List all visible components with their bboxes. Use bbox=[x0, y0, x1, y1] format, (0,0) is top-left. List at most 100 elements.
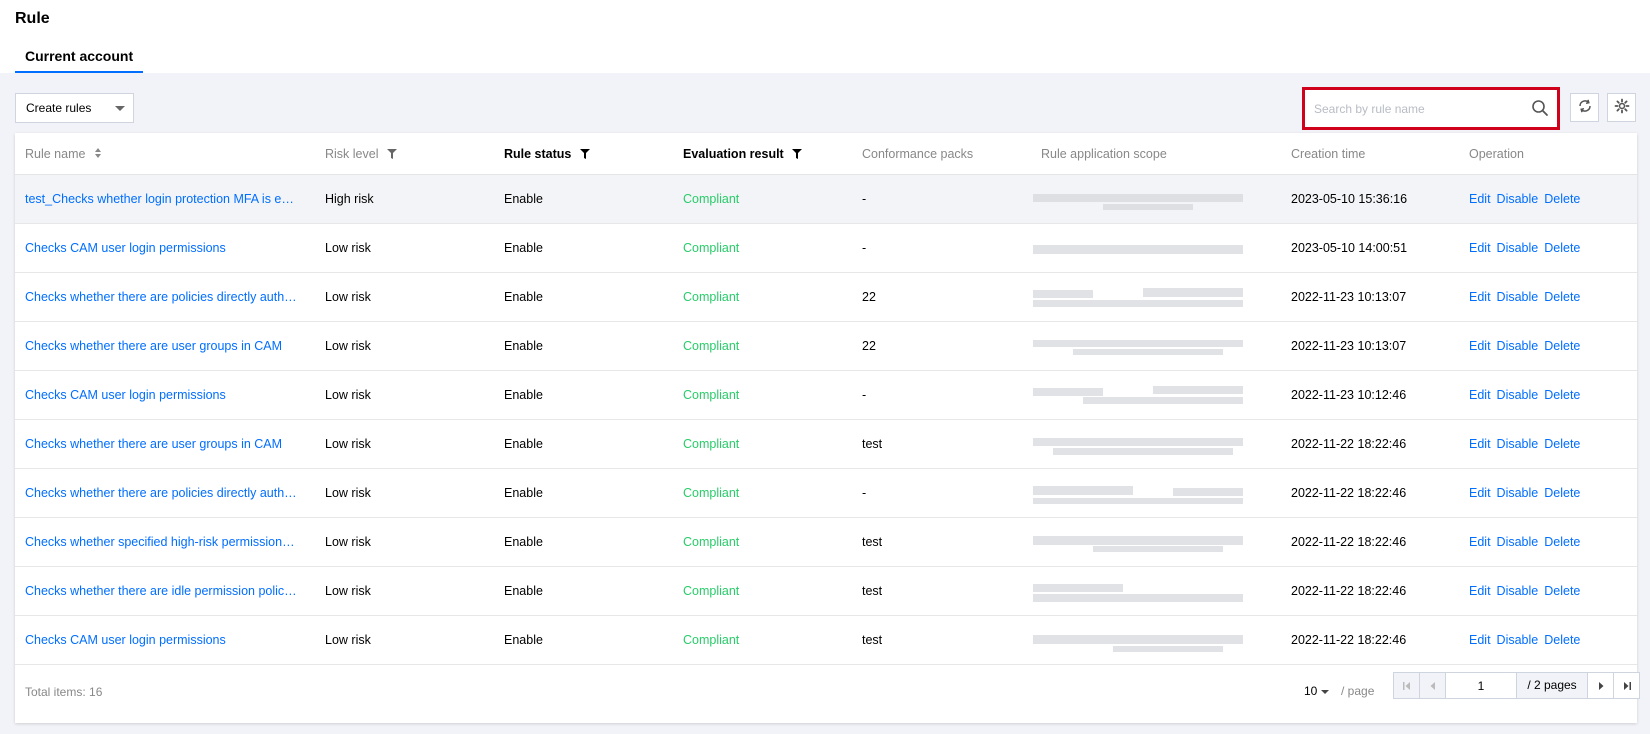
creation-time: 2023-05-10 15:36:16 bbox=[1291, 192, 1408, 206]
redacted-block bbox=[1033, 290, 1093, 298]
conformance-packs: test bbox=[862, 633, 883, 647]
delete-link[interactable]: Delete bbox=[1544, 633, 1580, 647]
delete-link[interactable]: Delete bbox=[1544, 584, 1580, 598]
redacted-block bbox=[1093, 546, 1223, 552]
table-header: Rule name Risk level Rule status Evaluat… bbox=[15, 133, 1637, 175]
refresh-button[interactable] bbox=[1570, 93, 1599, 122]
page-size-select[interactable]: 10 bbox=[1304, 684, 1330, 698]
disable-link[interactable]: Disable bbox=[1497, 633, 1539, 647]
creation-time: 2022-11-22 18:22:46 bbox=[1291, 584, 1407, 598]
delete-link[interactable]: Delete bbox=[1544, 486, 1580, 500]
column-risk-level[interactable]: Risk level bbox=[325, 133, 397, 175]
redacted-block bbox=[1033, 245, 1243, 254]
page-number-input[interactable] bbox=[1446, 673, 1517, 698]
rule-name-link[interactable]: Checks whether there are idle permission… bbox=[25, 567, 297, 616]
row-operations: Edit Disable Delete bbox=[1469, 224, 1586, 273]
redacted-scope bbox=[1033, 533, 1251, 555]
redacted-scope bbox=[1033, 631, 1251, 653]
delete-link[interactable]: Delete bbox=[1544, 388, 1580, 402]
edit-link[interactable]: Edit bbox=[1469, 486, 1491, 500]
table-body: test_Checks whether login protection MFA… bbox=[15, 175, 1637, 665]
conformance-packs: test bbox=[862, 535, 883, 549]
redacted-block bbox=[1033, 486, 1133, 495]
edit-link[interactable]: Edit bbox=[1469, 535, 1491, 549]
rule-name-link[interactable]: Checks whether there are policies direct… bbox=[25, 273, 297, 322]
edit-link[interactable]: Edit bbox=[1469, 584, 1491, 598]
table-row: test_Checks whether login protection MFA… bbox=[15, 175, 1637, 224]
last-page-button[interactable] bbox=[1613, 673, 1639, 698]
evaluation-result: Compliant bbox=[683, 486, 740, 500]
evaluation-result: Compliant bbox=[683, 437, 740, 451]
gear-icon bbox=[1614, 98, 1630, 117]
settings-button[interactable] bbox=[1607, 93, 1636, 122]
conformance-packs: 22 bbox=[862, 290, 876, 304]
disable-link[interactable]: Disable bbox=[1497, 437, 1539, 451]
search-input[interactable] bbox=[1310, 96, 1553, 121]
disable-link[interactable]: Disable bbox=[1497, 388, 1539, 402]
edit-link[interactable]: Edit bbox=[1469, 192, 1491, 206]
delete-link[interactable]: Delete bbox=[1544, 192, 1580, 206]
redacted-block bbox=[1153, 386, 1243, 394]
sort-icon[interactable] bbox=[94, 134, 102, 176]
rule-name-link[interactable]: test_Checks whether login protection MFA… bbox=[25, 175, 297, 224]
rule-name-link[interactable]: Checks whether there are policies direct… bbox=[25, 469, 297, 518]
rule-name-link[interactable]: Checks CAM user login permissions bbox=[25, 224, 297, 273]
conformance-packs: - bbox=[862, 192, 867, 206]
row-operations: Edit Disable Delete bbox=[1469, 616, 1586, 665]
rule-name-link[interactable]: Checks CAM user login permissions bbox=[25, 371, 297, 420]
create-rules-dropdown[interactable]: Create rules bbox=[15, 93, 134, 123]
disable-link[interactable]: Disable bbox=[1497, 241, 1539, 255]
row-operations: Edit Disable Delete bbox=[1469, 518, 1586, 567]
delete-link[interactable]: Delete bbox=[1544, 535, 1580, 549]
per-page-label: / page bbox=[1341, 684, 1375, 698]
next-page-icon bbox=[1598, 681, 1603, 690]
disable-link[interactable]: Disable bbox=[1497, 290, 1539, 304]
column-evaluation-result[interactable]: Evaluation result bbox=[683, 133, 803, 176]
rule-status: Enable bbox=[504, 486, 543, 500]
first-page-button[interactable] bbox=[1394, 673, 1420, 698]
edit-link[interactable]: Edit bbox=[1469, 388, 1491, 402]
edit-link[interactable]: Edit bbox=[1469, 290, 1491, 304]
rule-status: Enable bbox=[504, 339, 543, 353]
filter-icon[interactable] bbox=[579, 134, 590, 176]
disable-link[interactable]: Disable bbox=[1497, 486, 1539, 500]
filter-icon[interactable] bbox=[792, 134, 803, 176]
filter-icon[interactable] bbox=[386, 134, 397, 176]
total-items-label: Total items: bbox=[25, 685, 86, 699]
redacted-block bbox=[1033, 594, 1243, 602]
rule-name-link[interactable]: Checks whether there are user groups in … bbox=[25, 420, 297, 469]
column-creation-time: Creation time bbox=[1291, 147, 1366, 161]
delete-link[interactable]: Delete bbox=[1544, 437, 1580, 451]
next-page-button[interactable] bbox=[1587, 673, 1613, 698]
refresh-icon bbox=[1577, 98, 1593, 117]
search-icon[interactable] bbox=[1531, 99, 1549, 117]
prev-page-button[interactable] bbox=[1420, 673, 1446, 698]
edit-link[interactable]: Edit bbox=[1469, 241, 1491, 255]
rule-name-link[interactable]: Checks whether there are user groups in … bbox=[25, 322, 297, 371]
column-rule-name[interactable]: Rule name bbox=[25, 133, 102, 175]
rule-name-link[interactable]: Checks whether specified high-risk permi… bbox=[25, 518, 297, 567]
row-operations: Edit Disable Delete bbox=[1469, 322, 1586, 371]
disable-link[interactable]: Disable bbox=[1497, 584, 1539, 598]
edit-link[interactable]: Edit bbox=[1469, 339, 1491, 353]
redacted-scope bbox=[1033, 288, 1251, 310]
edit-link[interactable]: Edit bbox=[1469, 633, 1491, 647]
redacted-block bbox=[1073, 349, 1223, 355]
total-items-count: 16 bbox=[89, 685, 103, 699]
rule-name-link[interactable]: Checks CAM user login permissions bbox=[25, 616, 297, 665]
redacted-block bbox=[1053, 448, 1233, 455]
edit-link[interactable]: Edit bbox=[1469, 437, 1491, 451]
tab-current-account[interactable]: Current account bbox=[15, 48, 144, 73]
delete-link[interactable]: Delete bbox=[1544, 290, 1580, 304]
risk-level: Low risk bbox=[325, 339, 371, 353]
row-operations: Edit Disable Delete bbox=[1469, 567, 1586, 616]
redacted-block bbox=[1143, 288, 1243, 297]
delete-link[interactable]: Delete bbox=[1544, 241, 1580, 255]
column-rule-status[interactable]: Rule status bbox=[504, 133, 590, 175]
last-page-icon bbox=[1623, 681, 1631, 690]
disable-link[interactable]: Disable bbox=[1497, 192, 1539, 206]
disable-link[interactable]: Disable bbox=[1497, 339, 1539, 353]
disable-link[interactable]: Disable bbox=[1497, 535, 1539, 549]
delete-link[interactable]: Delete bbox=[1544, 339, 1580, 353]
redacted-block bbox=[1033, 635, 1243, 644]
